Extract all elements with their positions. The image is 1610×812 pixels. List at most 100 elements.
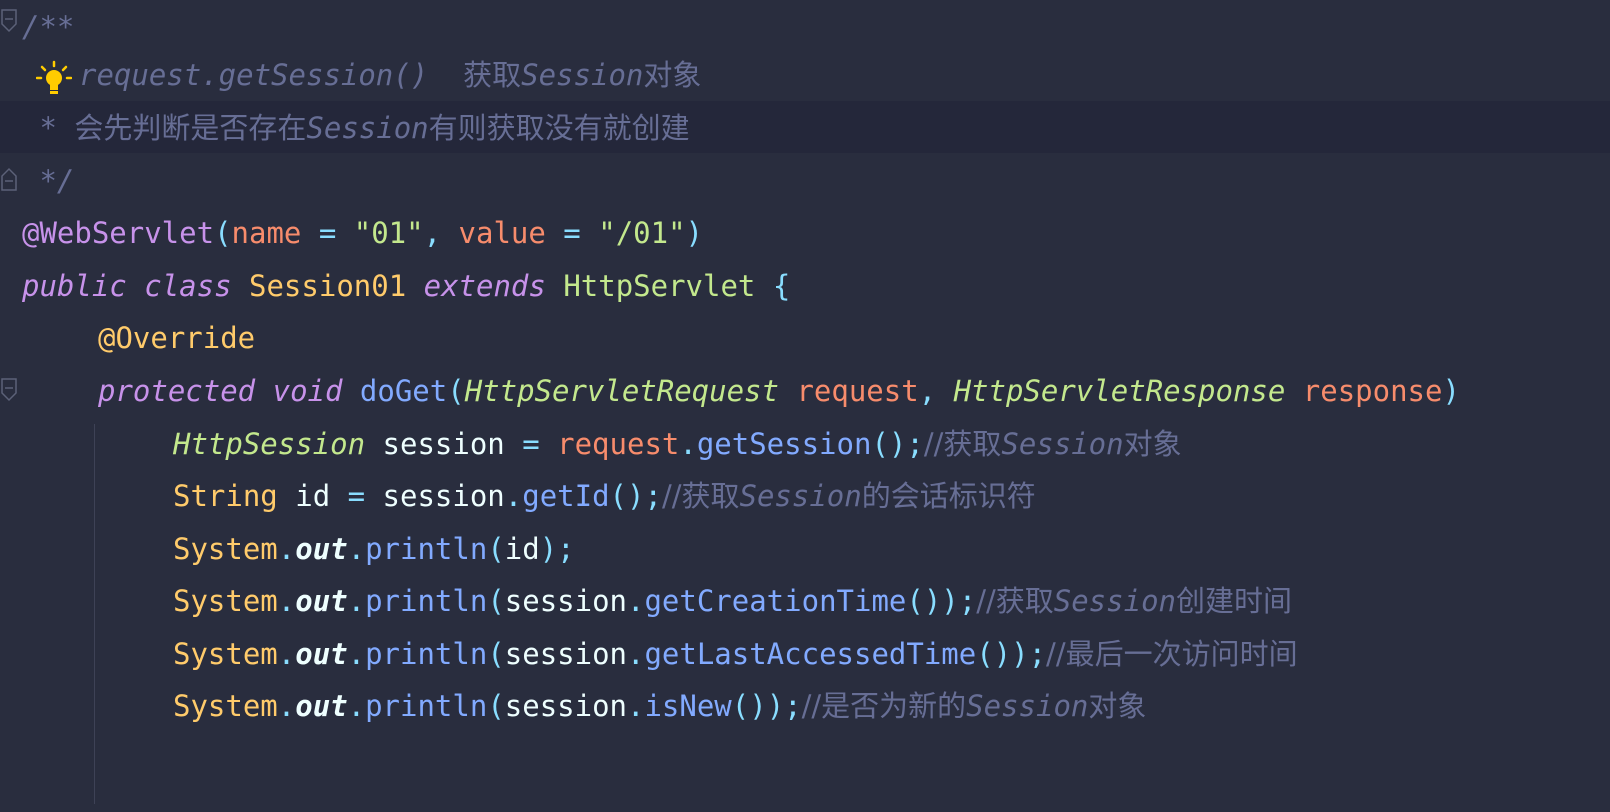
code-editor[interactable]: /** request.getSession() 获取Session对象 * 会… — [0, 0, 1610, 812]
comment-text: 对象 — [1088, 689, 1147, 723]
string-literal: "01" — [353, 216, 424, 250]
dot: . — [679, 427, 697, 461]
dot: . — [277, 532, 296, 566]
class-name: Session01 — [249, 269, 407, 303]
doc-comment-close: */ — [22, 154, 74, 208]
line-comment: //获取Session对象 — [924, 427, 1182, 461]
fold-marker-icon[interactable] — [0, 377, 18, 403]
dot: . — [277, 637, 296, 671]
paren: ( — [214, 216, 232, 250]
line-comment: //获取Session的会话标识符 — [662, 479, 1036, 513]
doc-text: 获取 — [463, 58, 522, 92]
fold-marker-icon[interactable] — [0, 166, 18, 192]
paren: ( — [487, 532, 505, 566]
lightbulb-icon[interactable] — [35, 60, 73, 100]
comment-text: //获取 — [661, 479, 740, 513]
operator: = — [504, 427, 558, 461]
dot: . — [347, 584, 366, 618]
dot: . — [347, 532, 366, 566]
code-line: System.out.println(id); — [173, 522, 575, 576]
dot: . — [504, 479, 523, 513]
comment-text: Session — [1001, 427, 1124, 461]
paren: ( — [447, 374, 465, 408]
param-name: request — [796, 374, 919, 408]
method-call: println — [365, 637, 488, 671]
type-name: HttpSession — [173, 427, 366, 461]
annotation-name: @Override — [98, 321, 256, 355]
string-literal: "/01" — [598, 216, 686, 250]
annotation-param: name — [231, 216, 302, 250]
static-field: out — [295, 689, 348, 723]
variable: session — [504, 637, 627, 671]
comment-text: //获取 — [976, 584, 1054, 618]
comment-text: //是否为新的 — [801, 689, 967, 723]
method-call: getCreationTime — [644, 584, 907, 618]
comment-text: 对象 — [1123, 427, 1182, 461]
paren: (); — [871, 427, 924, 461]
paren: ()); — [731, 689, 802, 723]
doc-code-ref: request.getSession() — [79, 58, 429, 92]
param-type: HttpServletRequest — [464, 374, 779, 408]
paren: ) — [1442, 374, 1460, 408]
class-declaration: public class Session01 extends HttpServl… — [22, 259, 790, 313]
doc-comment-line: request.getSession() 获取Session对象 — [79, 48, 701, 102]
method-call: println — [365, 584, 488, 618]
method-call: getId — [522, 479, 610, 513]
doc-comment-text: */ — [22, 164, 75, 198]
variable: id — [295, 479, 331, 513]
code-line: System.out.println(session.isNew());//是否… — [173, 679, 1146, 733]
paren: ( — [487, 689, 505, 723]
class-name: System — [173, 637, 278, 671]
comment-text: Session — [966, 689, 1089, 723]
line-comment: //是否为新的Session对象 — [802, 689, 1147, 723]
doc-space — [428, 58, 463, 92]
paren: ( — [487, 584, 505, 618]
code-line: System.out.println(session.getCreationTi… — [173, 574, 1292, 628]
operator: = — [330, 479, 383, 513]
keyword: class — [144, 269, 232, 303]
paren: ( — [487, 637, 505, 671]
doc-star: * — [22, 111, 75, 145]
doc-text: 有则获取没有就创建 — [428, 111, 690, 145]
class-name: System — [173, 532, 278, 566]
dot: . — [627, 637, 645, 671]
method-call: getLastAccessedTime — [644, 637, 977, 671]
variable: session — [504, 584, 627, 618]
comment-text: Session — [1053, 584, 1176, 618]
operator: = — [545, 216, 599, 250]
code-line: String id = session.getId();//获取Session的… — [173, 469, 1036, 523]
comma: , — [918, 374, 954, 408]
dot: . — [347, 689, 366, 723]
paren: ()); — [976, 637, 1047, 671]
comment-text: 创建时间 — [1175, 584, 1292, 618]
fold-marker-icon[interactable] — [0, 8, 18, 34]
operator: = — [301, 216, 354, 250]
paren: ()); — [906, 584, 977, 618]
comma: , — [423, 216, 459, 250]
indent-guide — [94, 424, 95, 804]
paren: (); — [609, 479, 662, 513]
type-name: String — [173, 479, 278, 513]
param-type: HttpServletResponse — [953, 374, 1286, 408]
code-line: System.out.println(session.getLastAccess… — [173, 627, 1298, 681]
variable: request — [557, 427, 680, 461]
line-comment: //最后一次访问时间 — [1046, 637, 1298, 671]
variable: session — [504, 689, 627, 723]
doc-comment-text: /** — [22, 10, 75, 44]
method-name: doGet — [359, 374, 448, 408]
method-declaration: protected void doGet(HttpServletRequest … — [98, 364, 1460, 418]
method-call: println — [365, 689, 488, 723]
method-call: isNew — [644, 689, 732, 723]
brace: { — [772, 269, 791, 303]
dot: . — [277, 689, 296, 723]
static-field: out — [295, 637, 348, 671]
dot: . — [277, 584, 296, 618]
doc-comment-line: * 会先判断是否存在Session有则获取没有就创建 — [22, 101, 690, 155]
variable: session — [382, 479, 505, 513]
static-field: out — [295, 584, 348, 618]
param-name: response — [1302, 374, 1443, 408]
paren: ) — [685, 216, 704, 250]
doc-text: 对象 — [643, 58, 702, 92]
static-field: out — [295, 532, 348, 566]
keyword: extends — [423, 269, 546, 303]
